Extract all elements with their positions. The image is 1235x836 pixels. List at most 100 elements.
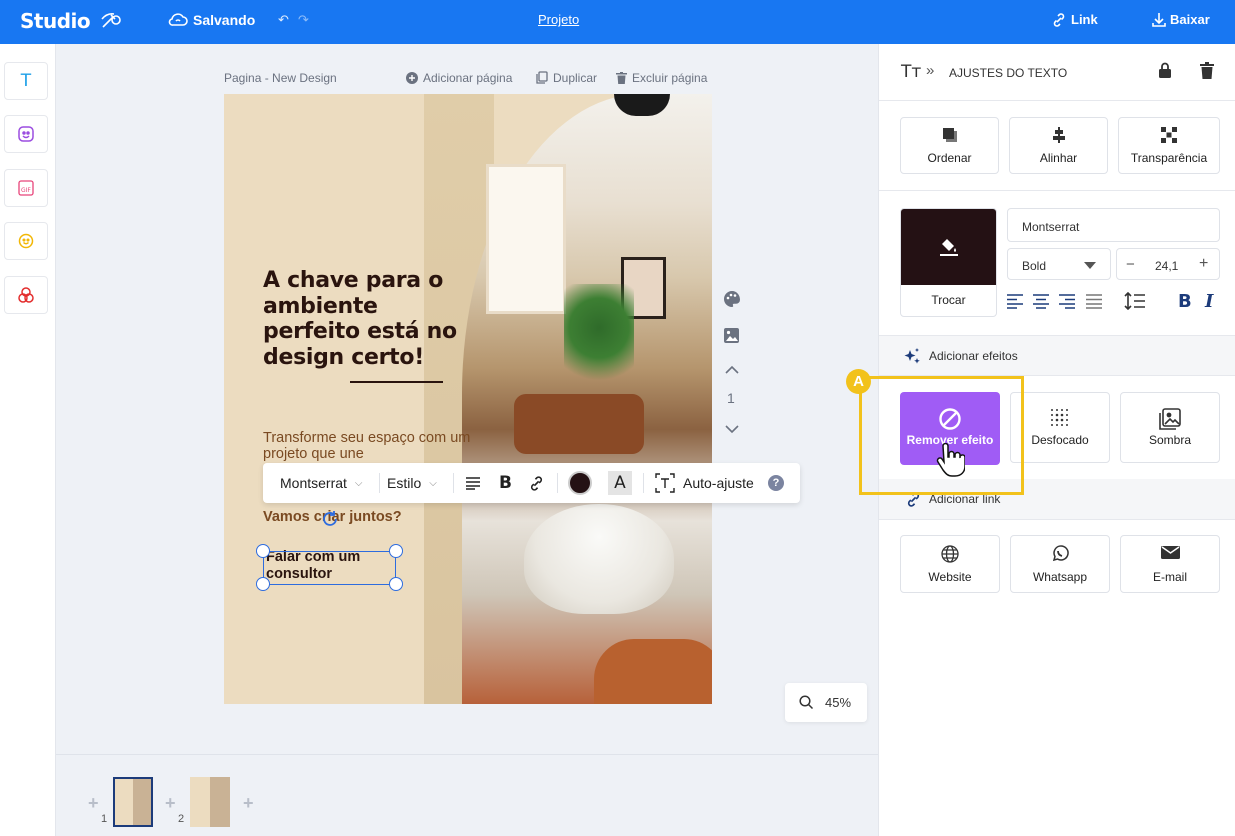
link-button[interactable]: Link <box>1071 12 1098 27</box>
delete-page-button[interactable]: Excluir página <box>616 71 707 87</box>
magic-wand-icon <box>100 10 122 35</box>
resize-handle-bottom-left[interactable] <box>256 577 270 591</box>
app-logo[interactable]: Studio <box>20 9 91 33</box>
panel-title: AJUSTES DO TEXTO <box>949 66 1068 80</box>
text-highlight-button[interactable]: A <box>608 463 632 503</box>
align-left-icon <box>466 477 480 490</box>
add-page-plus-icon[interactable]: + <box>165 793 176 814</box>
page-thumbnail[interactable] <box>113 777 153 827</box>
text-size-icon: Tт <box>901 62 922 82</box>
design-page[interactable]: A chave para o ambiente perfeito está no… <box>224 94 712 704</box>
subtitle-text[interactable]: Transforme seu espaço com um projeto que… <box>263 430 473 462</box>
page-label: Pagina - New Design <box>224 71 337 85</box>
chevron-up-icon[interactable] <box>725 362 739 380</box>
gif-tool-button[interactable]: GIF <box>4 169 48 207</box>
plant <box>564 284 634 394</box>
font-selector[interactable]: Montserrat ⌵ <box>280 463 363 503</box>
selection-box <box>263 551 396 585</box>
font-size-value[interactable]: 24,1 <box>1155 259 1178 273</box>
text-color-swap[interactable]: Trocar <box>900 208 997 317</box>
align-right-text-icon[interactable] <box>1059 294 1075 309</box>
project-link[interactable]: Projeto <box>538 12 579 27</box>
transparency-icon <box>1119 127 1219 143</box>
add-page-plus-icon[interactable]: + <box>243 793 254 814</box>
hand-cursor-icon <box>936 443 965 477</box>
gif-icon: GIF <box>18 180 34 196</box>
trash-icon <box>616 72 627 87</box>
bold-icon[interactable]: B <box>1178 291 1192 312</box>
font-family-select[interactable]: Montserrat <box>1007 208 1220 242</box>
shadow-image-icon <box>1121 408 1219 430</box>
order-button[interactable]: Ordenar <box>900 117 999 174</box>
email-link-button[interactable]: E-mail <box>1120 535 1220 593</box>
sparkles-icon <box>904 348 920 364</box>
chevron-down-icon[interactable] <box>725 421 739 439</box>
add-page-button[interactable]: Adicionar página <box>406 71 512 87</box>
align-center-text-icon[interactable] <box>1033 294 1049 309</box>
line-height-icon[interactable] <box>1124 292 1146 310</box>
italic-icon[interactable]: I <box>1205 291 1213 312</box>
palette-icon[interactable] <box>723 290 741 313</box>
text-color-button[interactable] <box>568 463 592 503</box>
style-selector[interactable]: Estilo ⌵ <box>387 463 437 503</box>
transparency-label: Transparência <box>1130 151 1208 165</box>
download-button[interactable]: Baixar <box>1170 12 1210 27</box>
shapes-tool-button[interactable] <box>4 276 48 314</box>
auto-fit-button[interactable]: Auto-ajuste <box>655 463 754 503</box>
blur-effect-button[interactable]: Desfocado <box>1010 392 1110 463</box>
help-icon: ? <box>768 475 784 491</box>
blur-effect-label: Desfocado <box>1031 433 1089 447</box>
svg-text:GIF: GIF <box>21 187 31 194</box>
page-thumbnail[interactable] <box>190 777 230 827</box>
delete-page-label: Excluir página <box>632 71 708 85</box>
whatsapp-link-button[interactable]: Whatsapp <box>1010 535 1110 593</box>
trash-icon[interactable] <box>1200 62 1214 84</box>
copy-icon <box>536 71 548 87</box>
chevron-down-icon: ⌵ <box>354 477 363 489</box>
sticker-tool-button[interactable] <box>4 115 48 153</box>
emoji-tool-button[interactable] <box>4 222 48 260</box>
text-toolbar: Montserrat ⌵ Estilo ⌵ B A Auto-ajuste ? <box>263 463 800 503</box>
whatsapp-icon <box>1011 545 1109 563</box>
image-icon[interactable] <box>723 327 740 349</box>
align-left-text-icon[interactable] <box>1007 294 1023 309</box>
website-label: Website <box>928 570 972 584</box>
font-weight-select[interactable]: Bold <box>1007 248 1111 280</box>
resize-handle-bottom-right[interactable] <box>389 577 403 591</box>
email-label: E-mail <box>1152 570 1187 584</box>
resize-handle-top-left[interactable] <box>256 544 270 558</box>
emoji-icon <box>18 233 34 249</box>
undo-icon[interactable]: ↶ <box>278 12 289 28</box>
divider <box>453 473 454 493</box>
rotate-icon[interactable] <box>321 510 339 533</box>
text-tool-button[interactable]: T <box>4 62 48 100</box>
sticker-icon <box>18 126 34 142</box>
increase-size-button[interactable]: + <box>1199 255 1208 273</box>
lock-icon[interactable] <box>1158 62 1172 83</box>
text-icon: T <box>20 71 32 91</box>
font-size-stepper[interactable]: − 24,1 + <box>1116 248 1220 280</box>
resize-handle-top-right[interactable] <box>389 544 403 558</box>
duplicate-button[interactable]: Duplicar <box>536 71 597 87</box>
color-preview <box>901 209 996 285</box>
shadow-effect-button[interactable]: Sombra <box>1120 392 1220 463</box>
paint-bucket-icon <box>940 239 958 256</box>
text-color-swatch <box>568 471 592 495</box>
link-icon <box>1051 12 1067 33</box>
bold-button[interactable]: B <box>499 463 512 503</box>
help-button[interactable]: ? <box>768 463 784 503</box>
transparency-button[interactable]: Transparência <box>1118 117 1220 174</box>
effects-section-header: Adicionar efeitos <box>879 336 1235 376</box>
align-button[interactable]: Alinhar <box>1009 117 1108 174</box>
top-bar: Studio Salvando ↶ ↷ Projeto Link Baixar <box>0 0 1235 44</box>
headline-text[interactable]: A chave para o ambiente perfeito está no… <box>263 268 463 370</box>
divider <box>879 190 1235 191</box>
align-justify-text-icon[interactable] <box>1086 294 1102 309</box>
website-link-button[interactable]: Website <box>900 535 1000 593</box>
align-button[interactable] <box>465 463 481 503</box>
add-page-plus-icon[interactable]: + <box>88 793 99 814</box>
redo-icon[interactable]: ↷ <box>298 12 309 28</box>
zoom-control[interactable]: 45% <box>785 683 867 722</box>
decrease-size-button[interactable]: − <box>1126 256 1135 273</box>
link-button[interactable] <box>528 463 545 503</box>
